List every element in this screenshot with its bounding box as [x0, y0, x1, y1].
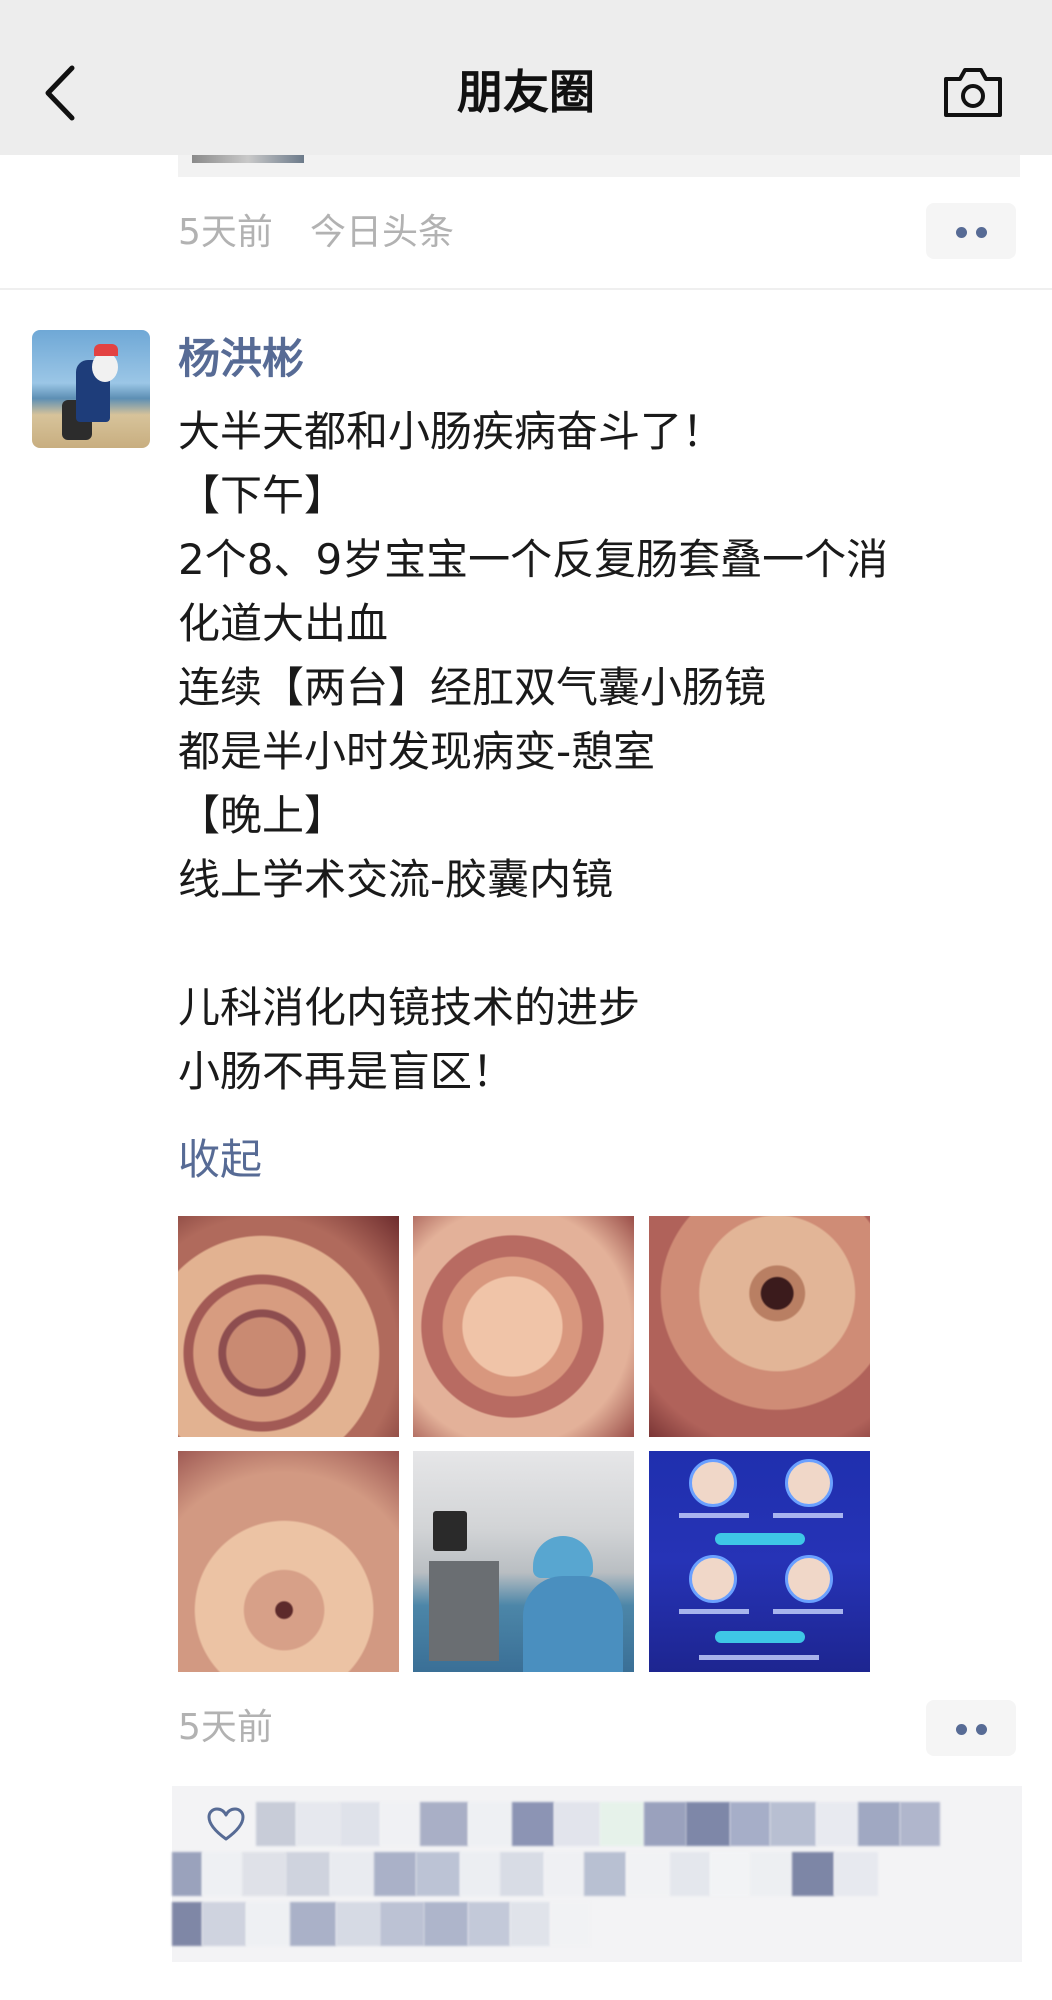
liked-by-names-obscured: [172, 1902, 590, 1946]
speaker-photo: [785, 1459, 833, 1507]
more-dot-icon: [956, 1724, 967, 1735]
previous-post-source[interactable]: 今日头条: [310, 205, 454, 261]
page-title: 朋友圈: [457, 65, 595, 119]
post-text-line: 化道大出血: [178, 599, 389, 648]
more-dot-icon: [976, 227, 987, 238]
more-dot-icon: [976, 1724, 987, 1735]
endoscopy-image-4[interactable]: [178, 1451, 399, 1672]
post-text-line: 连续【两台】经肛双气囊小肠镜: [178, 663, 767, 712]
avatar-figure: [94, 344, 118, 356]
post-divider: [0, 288, 1052, 290]
speaker-photo: [689, 1555, 737, 1603]
collapse-link[interactable]: 收起: [178, 1128, 262, 1192]
endoscopy-image-3[interactable]: [649, 1216, 870, 1437]
monitor-shape: [433, 1511, 467, 1551]
previous-post-time: 5天前: [178, 212, 273, 253]
equipment-cart-shape: [429, 1561, 499, 1661]
speaker-label: [773, 1513, 843, 1518]
liked-by-names-obscured: [172, 1852, 878, 1896]
endoscopy-image-1[interactable]: [178, 1216, 399, 1437]
post-text-line: 【下午】: [178, 471, 347, 520]
post-text-line: 2个8、9岁宝宝一个反复肠套叠一个消: [178, 535, 889, 584]
section-tag: [715, 1631, 805, 1643]
section-tag: [715, 1533, 805, 1545]
avatar-figure: [92, 352, 118, 382]
liked-by-names-obscured: [256, 1802, 940, 1846]
previous-post-more-button[interactable]: [926, 203, 1016, 259]
post-text-line: [178, 912, 1018, 976]
conference-poster[interactable]: [649, 1451, 870, 1672]
speaker-label: [679, 1609, 749, 1614]
post-more-button[interactable]: [926, 1700, 1016, 1756]
top-bar: 朋友圈: [0, 0, 1052, 155]
avatar[interactable]: [32, 330, 150, 448]
post-text-line: 线上学术交流-胶囊内镜: [178, 855, 614, 904]
heart-icon: [207, 1807, 245, 1841]
post-text: 大半天都和小肠疾病奋斗了！ 【下午】 2个8、9岁宝宝一个反复肠套叠一个消 化道…: [178, 400, 1018, 1104]
previous-post-link-card[interactable]: [178, 155, 1020, 177]
speaker-photo: [785, 1555, 833, 1603]
speaker-label: [773, 1609, 843, 1614]
endoscopy-image-2[interactable]: [413, 1216, 634, 1437]
surgical-cap-shape: [533, 1536, 593, 1578]
post-author-name[interactable]: 杨洪彬: [178, 330, 304, 388]
post-text-line: 都是半小时发现病变-憩室: [178, 727, 656, 776]
post-text-line: 小肠不再是盲区！: [178, 1047, 515, 1096]
procedure-room-photo[interactable]: [413, 1451, 634, 1672]
camera-icon[interactable]: [940, 65, 1006, 121]
post-time: 5天前: [178, 1707, 273, 1748]
speaker-label: [699, 1655, 819, 1660]
likes-section: [172, 1786, 1022, 1962]
post-text-line: 大半天都和小肠疾病奋斗了！: [178, 407, 725, 456]
link-thumbnail: [192, 155, 304, 163]
speaker-photo: [689, 1459, 737, 1507]
post-text-line: 【晚上】: [178, 791, 347, 840]
more-dot-icon: [956, 227, 967, 238]
surgeon-shape: [523, 1576, 623, 1672]
speaker-label: [679, 1513, 749, 1518]
post-text-line: 儿科消化内镜技术的进步: [178, 983, 641, 1032]
